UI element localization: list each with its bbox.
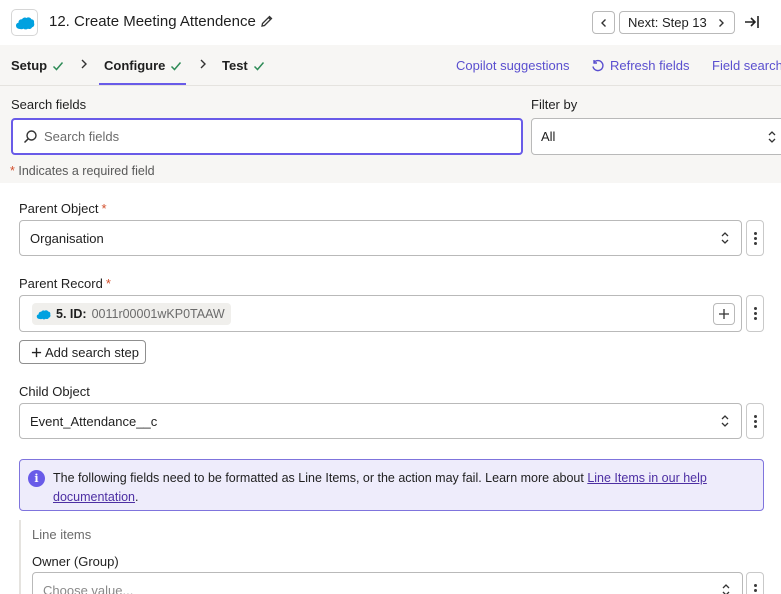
search-icon xyxy=(23,130,37,144)
search-fields-label: Search fields xyxy=(11,97,87,112)
info-suffix: . xyxy=(135,490,139,504)
check-icon xyxy=(171,61,182,71)
chevron-right-icon xyxy=(81,59,87,69)
required-field-note: * Indicates a required field xyxy=(10,164,155,178)
tab-test[interactable]: Test xyxy=(222,58,265,73)
search-panel: Search fields Filter by All * Indicates … xyxy=(0,86,781,183)
step-title: 12. Create Meeting Attendence xyxy=(49,13,256,30)
tab-setup[interactable]: Setup xyxy=(11,58,64,73)
add-search-step-label: Add search step xyxy=(45,344,139,360)
tab-label: Setup xyxy=(11,58,48,73)
child-object-value: Event_Attendance__c xyxy=(30,413,158,429)
tab-configure[interactable]: Configure xyxy=(104,58,182,73)
salesforce-logo-icon xyxy=(36,309,51,319)
search-fields-input[interactable] xyxy=(44,129,484,144)
chevron-right-icon xyxy=(200,59,206,69)
next-step-button[interactable]: Next: Step 13 xyxy=(619,11,735,34)
parent-record-kebab-icon[interactable] xyxy=(746,295,764,332)
filter-by-value: All xyxy=(541,129,556,144)
updown-chevron-icon xyxy=(722,584,730,594)
updown-chevron-icon xyxy=(721,232,729,244)
refresh-fields-label: Refresh fields xyxy=(610,58,690,73)
filter-by-label: Filter by xyxy=(531,97,578,112)
info-message: The following fields need to be formatte… xyxy=(53,471,588,485)
next-step-label: Next: Step 13 xyxy=(628,15,707,30)
chevron-left-icon xyxy=(600,18,606,27)
add-search-step-button[interactable]: Add search step xyxy=(19,340,146,364)
exit-arrow-icon[interactable] xyxy=(744,14,760,33)
step-tabs: Setup Configure Test Copilot suggestions… xyxy=(0,45,781,86)
pill-key: 5. ID: xyxy=(56,307,87,321)
parent-record-label-text: Parent Record xyxy=(19,276,103,291)
info-text: The following fields need to be formatte… xyxy=(53,469,753,507)
plus-icon xyxy=(719,309,729,319)
parent-object-label-text: Parent Object xyxy=(19,201,99,216)
search-fields-input-wrapper[interactable] xyxy=(11,118,523,155)
required-star: * xyxy=(10,164,15,178)
owner-group-kebab-icon[interactable] xyxy=(746,572,764,594)
check-icon xyxy=(53,61,64,71)
field-search-link[interactable]: Field search xyxy=(712,58,781,73)
parent-record-field[interactable]: 5. ID: 0011r00001wKP0TAAW xyxy=(19,295,742,332)
owner-group-select[interactable]: Choose value... xyxy=(32,572,743,594)
owner-group-label: Owner (Group) xyxy=(32,554,119,569)
parent-object-select[interactable]: Organisation xyxy=(19,220,742,256)
pill-value: 0011r00001wKP0TAAW xyxy=(91,307,225,321)
owner-group-placeholder: Choose value... xyxy=(43,583,134,594)
mapped-value-pill[interactable]: 5. ID: 0011r00001wKP0TAAW xyxy=(32,303,231,325)
check-icon xyxy=(253,61,264,71)
step-header: 12. Create Meeting Attendence Next: Step… xyxy=(0,0,781,45)
line-items-heading: Line items xyxy=(32,527,92,542)
copilot-suggestions-link[interactable]: Copilot suggestions xyxy=(456,58,569,73)
required-star: * xyxy=(105,276,111,291)
pencil-icon[interactable] xyxy=(260,14,274,28)
insert-data-button[interactable] xyxy=(713,303,735,325)
refresh-icon xyxy=(592,59,604,71)
line-items-group: Line items Owner (Group) Choose value... xyxy=(19,520,764,594)
updown-chevron-icon xyxy=(768,131,776,143)
parent-record-label: Parent Record * xyxy=(19,276,111,291)
salesforce-logo-icon xyxy=(11,9,38,36)
filter-by-select[interactable]: All xyxy=(531,118,781,155)
previous-step-button[interactable] xyxy=(592,11,615,34)
parent-object-value: Organisation xyxy=(30,230,104,246)
info-icon: i xyxy=(28,470,45,487)
updown-chevron-icon xyxy=(721,415,729,427)
plus-icon xyxy=(31,347,42,357)
refresh-fields-button[interactable]: Refresh fields xyxy=(591,58,689,73)
required-note-text: Indicates a required field xyxy=(18,164,155,178)
parent-object-label: Parent Object * xyxy=(19,201,107,216)
line-items-info-alert: i The following fields need to be format… xyxy=(19,459,764,511)
child-object-label: Child Object xyxy=(19,384,90,399)
active-tab-indicator xyxy=(99,83,186,85)
chevron-right-icon xyxy=(719,19,724,27)
parent-object-kebab-icon[interactable] xyxy=(746,220,764,256)
tab-label: Test xyxy=(222,58,248,73)
child-object-kebab-icon[interactable] xyxy=(746,403,764,439)
required-star: * xyxy=(101,201,107,216)
child-object-select[interactable]: Event_Attendance__c xyxy=(19,403,742,439)
tab-label: Configure xyxy=(104,58,166,73)
